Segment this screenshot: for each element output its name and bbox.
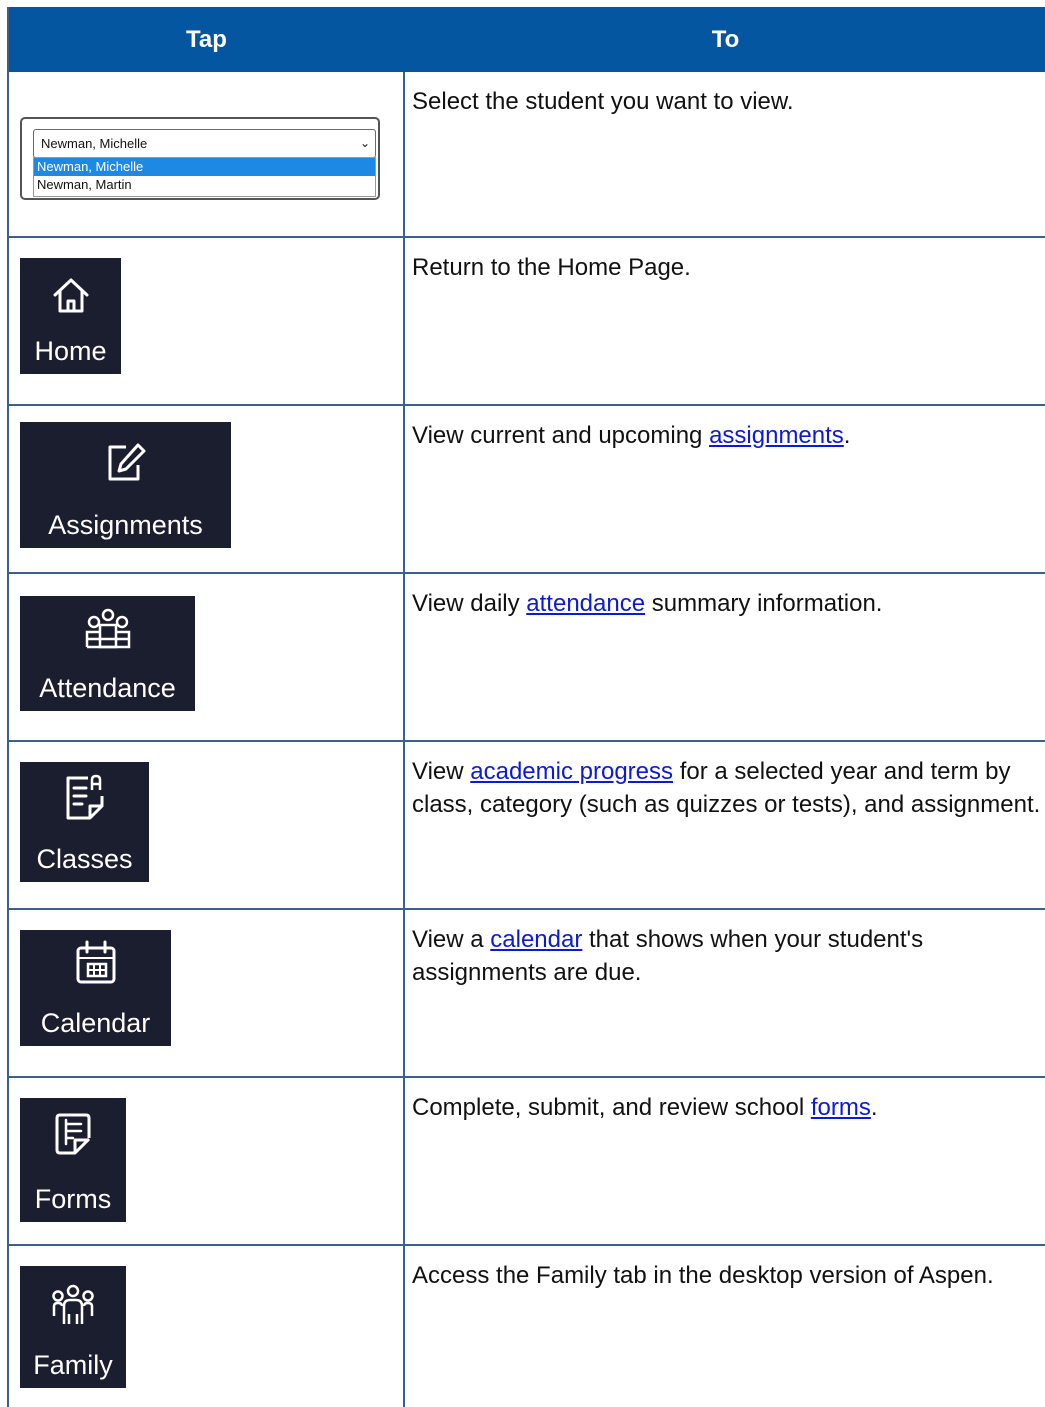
forms-button[interactable]: Forms <box>20 1098 126 1222</box>
table-row-assignments: Assignments View current and upcoming as… <box>9 406 1045 574</box>
tile-label: Attendance <box>39 673 176 703</box>
row-description: View a calendar that shows when your stu… <box>412 926 924 986</box>
forms-link[interactable]: forms <box>811 1094 871 1121</box>
academic-progress-link[interactable]: academic progress <box>470 758 673 785</box>
navigation-table: Tap To Newman, Michelle ⌄ Newman, Michel… <box>7 7 1045 1407</box>
header-to: To <box>711 26 740 53</box>
home-icon <box>53 278 88 313</box>
family-button[interactable]: Family <box>20 1266 126 1388</box>
row-description: View academic progress for a selected ye… <box>412 758 1041 818</box>
tile-label: Family <box>33 1350 113 1380</box>
document-grade-icon <box>66 774 103 820</box>
home-button[interactable]: Home <box>20 258 121 374</box>
table-row-classes: Classes View academic progress for a sel… <box>9 742 1045 910</box>
classes-button[interactable]: Classes <box>20 762 149 882</box>
attendance-link[interactable]: attendance <box>526 590 645 617</box>
row-description: View current and upcoming assignments. <box>412 422 851 449</box>
people-group-icon <box>85 608 130 649</box>
attendance-button[interactable]: Attendance <box>20 596 195 711</box>
chevron-down-icon: ⌄ <box>359 136 370 150</box>
student-option[interactable]: Newman, Martin <box>34 176 375 194</box>
table-row-attendance: Attendance View daily attendance summary… <box>9 574 1045 742</box>
row-description: Access the Family tab in the desktop ver… <box>412 1262 994 1289</box>
tile-label: Home <box>34 336 107 366</box>
edit-pencil-icon <box>108 443 145 481</box>
form-list-icon <box>55 1113 91 1155</box>
calendar-icon <box>76 940 115 984</box>
student-options-list: Newman, Michelle Newman, Martin <box>33 157 376 197</box>
tile-label: Forms <box>34 1184 112 1214</box>
tile-label: Calendar <box>40 1008 151 1038</box>
tile-label: Classes <box>36 844 133 874</box>
table-row-student-select: Newman, Michelle ⌄ Newman, Michelle Newm… <box>9 72 1045 238</box>
header-tap: Tap <box>186 26 227 53</box>
calendar-link[interactable]: calendar <box>490 926 582 953</box>
table-row-calendar: Calendar View a calendar that shows when… <box>9 910 1045 1078</box>
assignments-button[interactable]: Assignments <box>20 422 231 548</box>
row-description: Complete, submit, and review school form… <box>412 1094 878 1121</box>
row-description: Return to the Home Page. <box>412 254 691 281</box>
calendar-button[interactable]: Calendar <box>20 930 171 1046</box>
student-select-value: Newman, Michelle <box>41 136 148 151</box>
assignments-link[interactable]: assignments <box>709 422 844 449</box>
tile-label: Assignments <box>48 510 203 540</box>
student-select-panel: Newman, Michelle ⌄ Newman, Michelle Newm… <box>20 117 380 200</box>
table-header: Tap To <box>9 7 1045 72</box>
student-option[interactable]: Newman, Michelle <box>34 158 375 176</box>
table-row-forms: Forms Complete, submit, and review schoo… <box>9 1078 1045 1246</box>
row-description: Select the student you want to view. <box>412 88 794 115</box>
table-row-family: Family Access the Family tab in the desk… <box>9 1246 1045 1407</box>
family-icon <box>52 1284 94 1324</box>
row-description: View daily attendance summary informatio… <box>412 590 883 617</box>
table-row-home: Home Return to the Home Page. <box>9 238 1045 406</box>
student-select-dropdown[interactable]: Newman, Michelle ⌄ <box>33 129 376 158</box>
